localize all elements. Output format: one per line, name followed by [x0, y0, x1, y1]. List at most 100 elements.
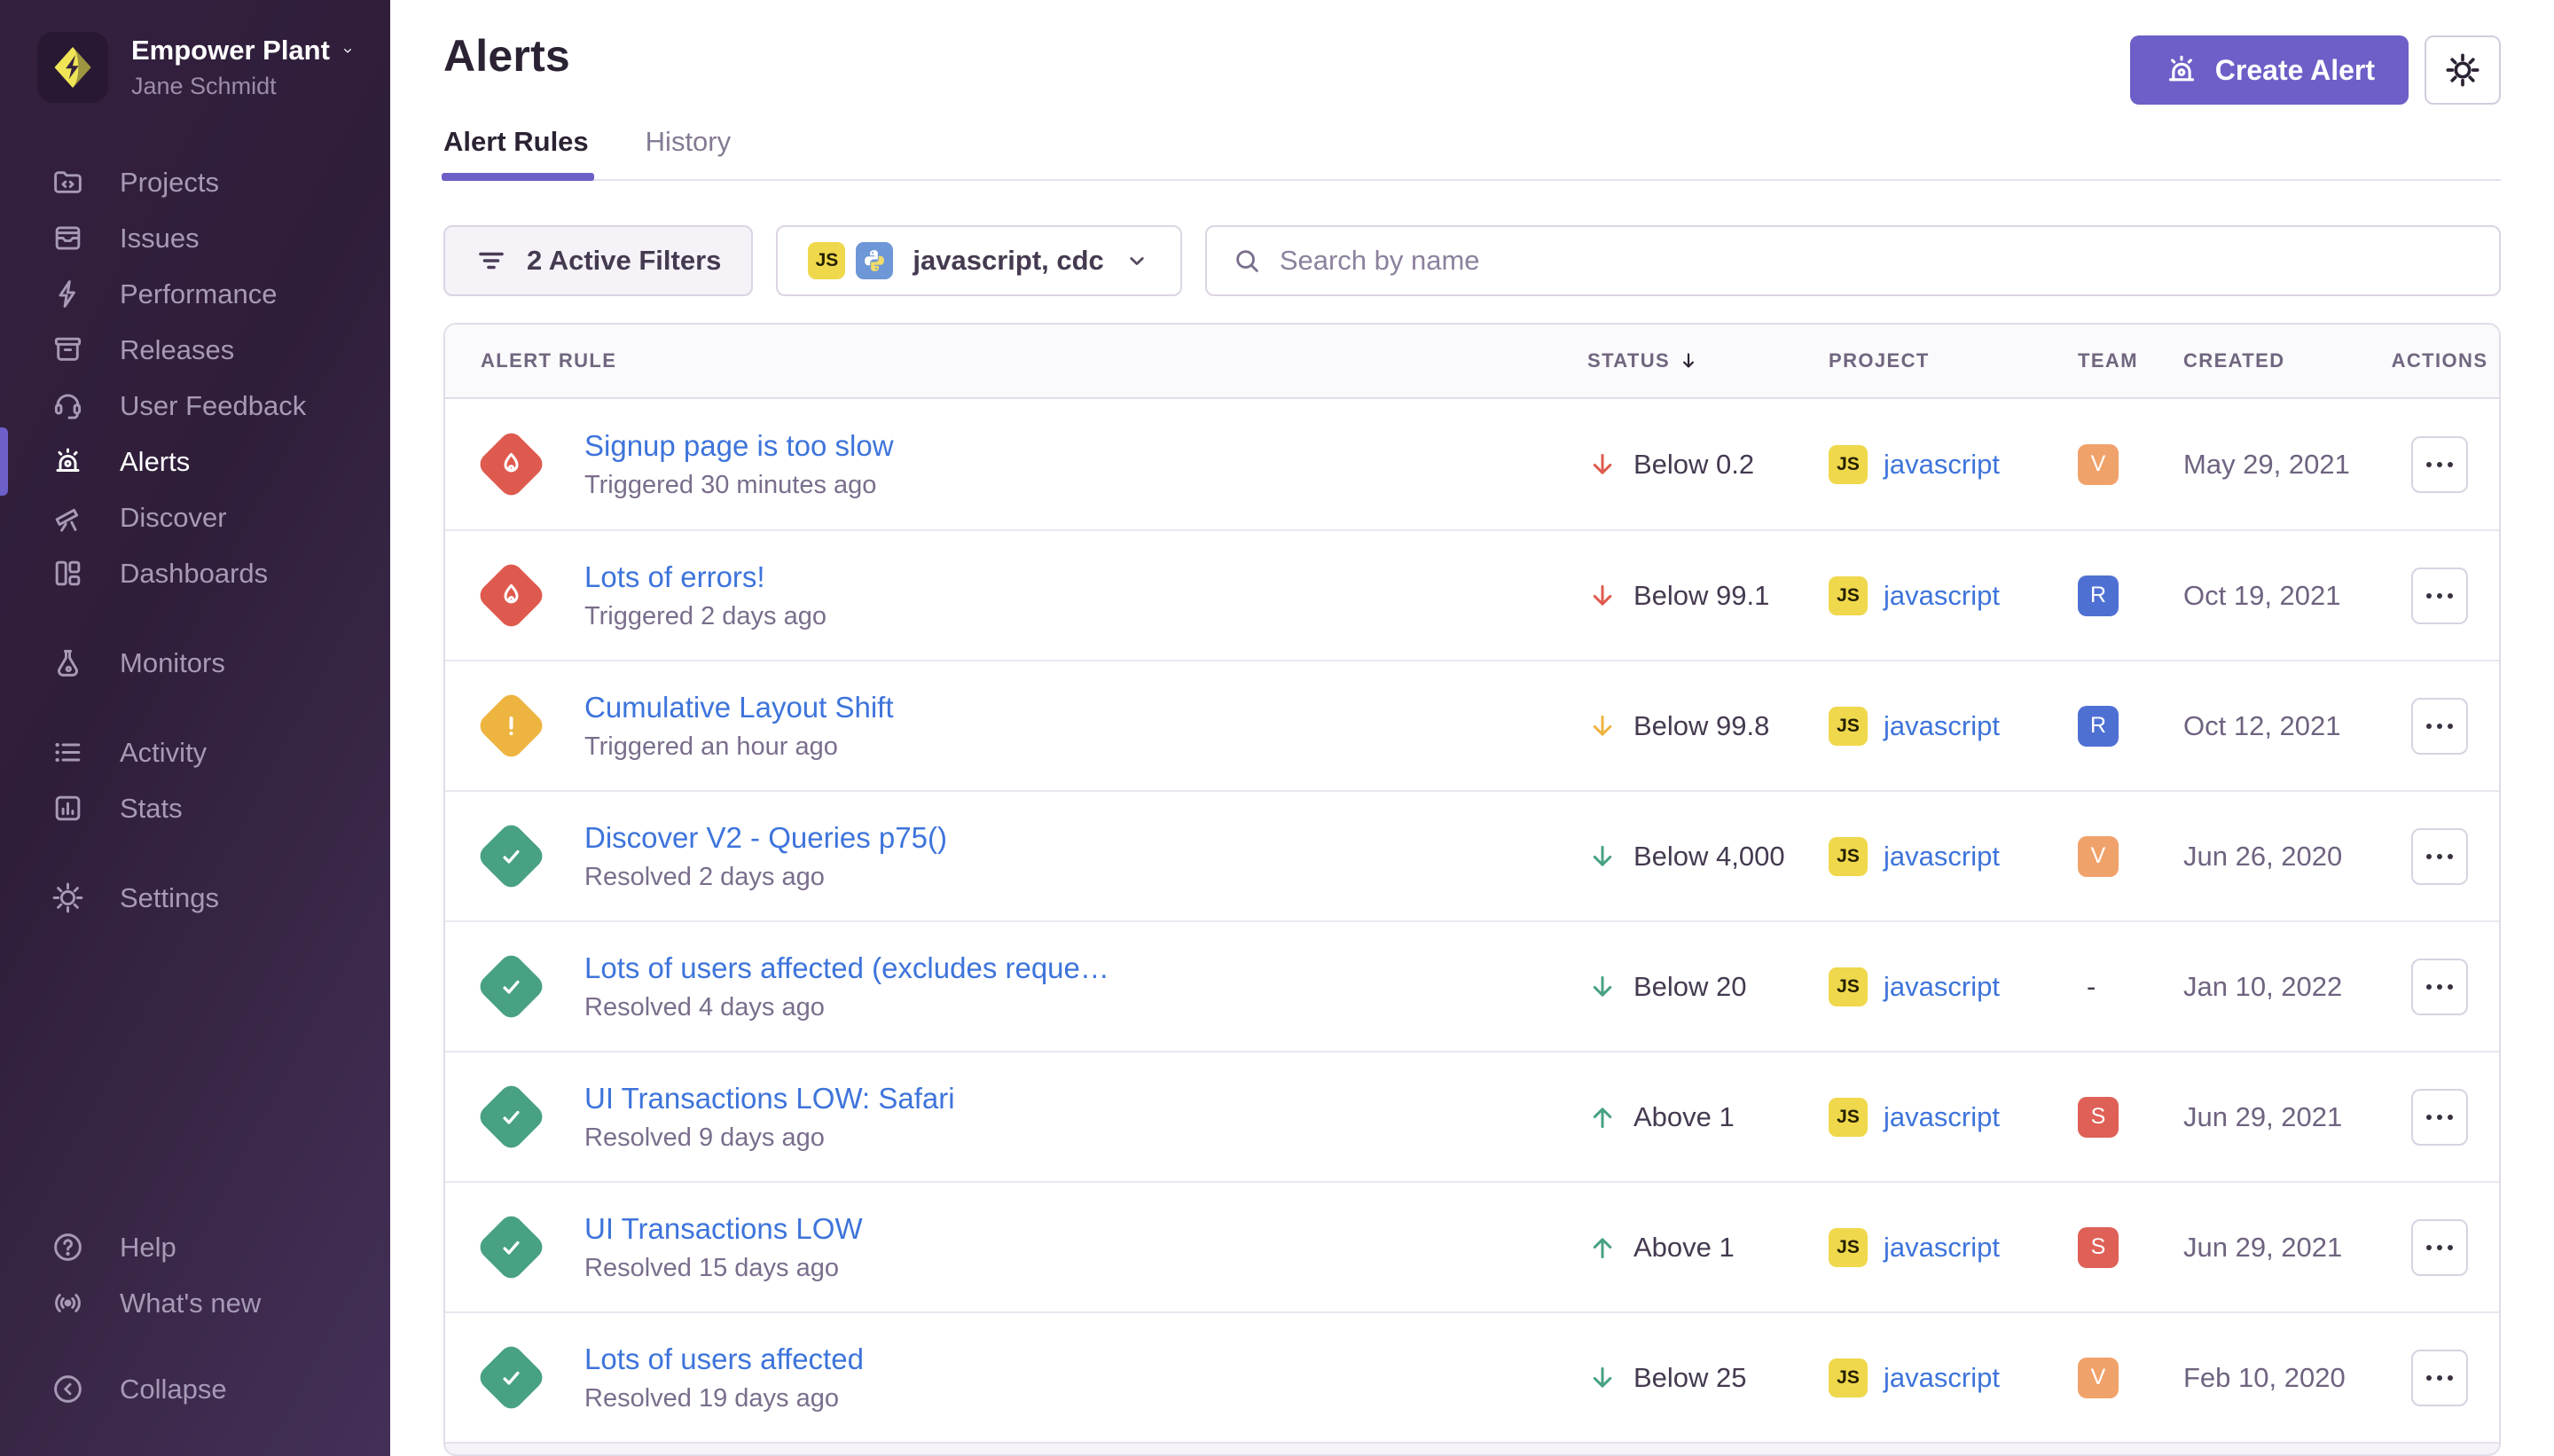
project-link[interactable]: javascript — [1884, 580, 2000, 612]
alert-rule-link[interactable]: UI Transactions LOW: Safari — [584, 1082, 955, 1115]
status-value: Below 0.2 — [1633, 449, 1754, 481]
status-cell: Below 20 — [1587, 971, 1829, 1003]
sidebar-item-collapse[interactable]: Collapse — [0, 1361, 390, 1417]
project-link[interactable]: javascript — [1884, 841, 2000, 873]
row-actions-button[interactable] — [2411, 1219, 2468, 1276]
javascript-project-icon: JS — [1829, 1098, 1868, 1137]
alert-settings-button[interactable] — [2425, 35, 2501, 105]
sidebar-item-alerts[interactable]: Alerts — [0, 434, 390, 489]
project-link[interactable]: javascript — [1884, 971, 2000, 1003]
nav-divider — [0, 836, 390, 870]
sidebar-item-settings[interactable]: Settings — [0, 870, 390, 926]
team-cell: R — [2078, 706, 2183, 747]
sidebar-item-releases[interactable]: Releases — [0, 322, 390, 378]
status-cell: Below 4,000 — [1587, 841, 1829, 873]
sidebar-item-performance[interactable]: Performance — [0, 266, 390, 322]
table-row: UI Transactions LOW Resolved 15 days ago… — [445, 1181, 2499, 1311]
sidebar-item-monitors[interactable]: Monitors — [0, 635, 390, 691]
releases-icon — [51, 333, 84, 366]
project-selector-button[interactable]: JS javascript, cdc — [776, 225, 1181, 296]
project-link[interactable]: javascript — [1884, 449, 2000, 481]
row-actions-button[interactable] — [2411, 1350, 2468, 1406]
javascript-project-icon: JS — [1829, 445, 1868, 484]
column-header-actions[interactable]: Actions — [2380, 349, 2499, 372]
active-filters-label: 2 Active Filters — [527, 245, 721, 277]
alert-rule-link[interactable]: Cumulative Layout Shift — [584, 691, 894, 724]
alert-rule-link[interactable]: Lots of users affected (excludes reque… — [584, 951, 1109, 985]
actions-cell — [2380, 959, 2499, 1015]
stats-icon — [51, 792, 84, 825]
filter-lines-icon — [475, 245, 507, 277]
tab-history[interactable]: History — [646, 126, 731, 179]
warning-diamond-icon — [475, 690, 547, 762]
project-link[interactable]: javascript — [1884, 1232, 2000, 1264]
status-cell: Below 25 — [1587, 1362, 1829, 1394]
create-alert-label: Create Alert — [2215, 54, 2375, 87]
sidebar-item-issues[interactable]: Issues — [0, 210, 390, 266]
alert-rule-subtitle: Triggered an hour ago — [584, 732, 894, 762]
row-actions-button[interactable] — [2411, 828, 2468, 885]
resolved-diamond-icon — [475, 1211, 547, 1283]
column-header-team[interactable]: Team — [2078, 349, 2183, 372]
project-cell: JS javascript — [1829, 837, 2078, 876]
row-actions-button[interactable] — [2411, 568, 2468, 624]
sidebar-item-label: Discover — [120, 502, 227, 534]
team-avatar: V — [2078, 836, 2119, 877]
discover-icon — [51, 501, 84, 534]
sidebar-item-stats[interactable]: Stats — [0, 780, 390, 836]
arrow-up-icon — [1587, 1102, 1618, 1132]
table-row: Lots of errors! Triggered 2 days ago Bel… — [445, 529, 2499, 660]
issues-icon — [51, 222, 84, 254]
help-icon — [51, 1231, 84, 1264]
column-header-project[interactable]: Project — [1829, 349, 2078, 372]
alert-rule-link[interactable]: Lots of users affected — [584, 1342, 864, 1376]
active-filters-button[interactable]: 2 Active Filters — [443, 225, 753, 296]
project-cell: JS javascript — [1829, 576, 2078, 615]
team-cell: V — [2078, 444, 2183, 485]
alert-rule-link[interactable]: Discover V2 - Queries p75() — [584, 821, 947, 855]
project-selector-label: javascript, cdc — [913, 245, 1103, 277]
alert-rule-subtitle: Resolved 15 days ago — [584, 1254, 863, 1283]
search-input[interactable] — [1280, 245, 2474, 277]
check-icon — [497, 1102, 527, 1132]
sidebar-footer: Help What's new Collapse — [0, 1219, 390, 1456]
column-header-status[interactable]: Status — [1587, 349, 1829, 372]
sidebar-item-projects[interactable]: Projects — [0, 154, 390, 210]
row-actions-button[interactable] — [2411, 436, 2468, 493]
row-actions-button[interactable] — [2411, 698, 2468, 755]
resolved-diamond-icon — [475, 820, 547, 892]
project-link[interactable]: javascript — [1884, 1362, 2000, 1394]
collapse-icon — [51, 1373, 84, 1405]
sidebar-item-help[interactable]: Help — [0, 1219, 390, 1275]
row-actions-button[interactable] — [2411, 1089, 2468, 1146]
column-header-alert-rule[interactable]: Alert Rule — [445, 349, 1587, 372]
fire-icon — [497, 581, 527, 611]
sidebar-item-user-feedback[interactable]: User Feedback — [0, 378, 390, 434]
status-value: Below 4,000 — [1633, 841, 1785, 873]
org-switcher[interactable]: Empower Plant Jane Schmidt — [0, 32, 390, 103]
gear-icon — [2445, 52, 2480, 88]
tab-alert-rules[interactable]: Alert Rules — [443, 126, 589, 179]
project-link[interactable]: javascript — [1884, 710, 2000, 742]
sort-descending-icon — [1677, 349, 1700, 372]
sidebar-item-activity[interactable]: Activity — [0, 724, 390, 780]
team-avatar: S — [2078, 1227, 2119, 1268]
project-cell: JS javascript — [1829, 445, 2078, 484]
sidebar-item-what-s-new[interactable]: What's new — [0, 1275, 390, 1331]
alert-rule-link[interactable]: Lots of errors! — [584, 560, 827, 594]
project-link[interactable]: javascript — [1884, 1101, 2000, 1133]
javascript-project-icon: JS — [1829, 1228, 1868, 1267]
alert-rule-link[interactable]: UI Transactions LOW — [584, 1212, 863, 1246]
critical-diamond-icon — [475, 428, 547, 500]
sidebar-item-discover[interactable]: Discover — [0, 489, 390, 545]
sidebar-item-label: Releases — [120, 334, 234, 366]
create-alert-button[interactable]: Create Alert — [2130, 35, 2409, 105]
column-header-created[interactable]: Created — [2183, 349, 2380, 372]
row-actions-button[interactable] — [2411, 959, 2468, 1015]
javascript-project-icon: JS — [1829, 837, 1868, 876]
sidebar-item-dashboards[interactable]: Dashboards — [0, 545, 390, 601]
resolved-diamond-icon — [475, 1342, 547, 1413]
alert-rule-subtitle: Resolved 19 days ago — [584, 1384, 864, 1413]
alert-rule-link[interactable]: Signup page is too slow — [584, 429, 894, 463]
sidebar-item-label: Issues — [120, 223, 200, 254]
